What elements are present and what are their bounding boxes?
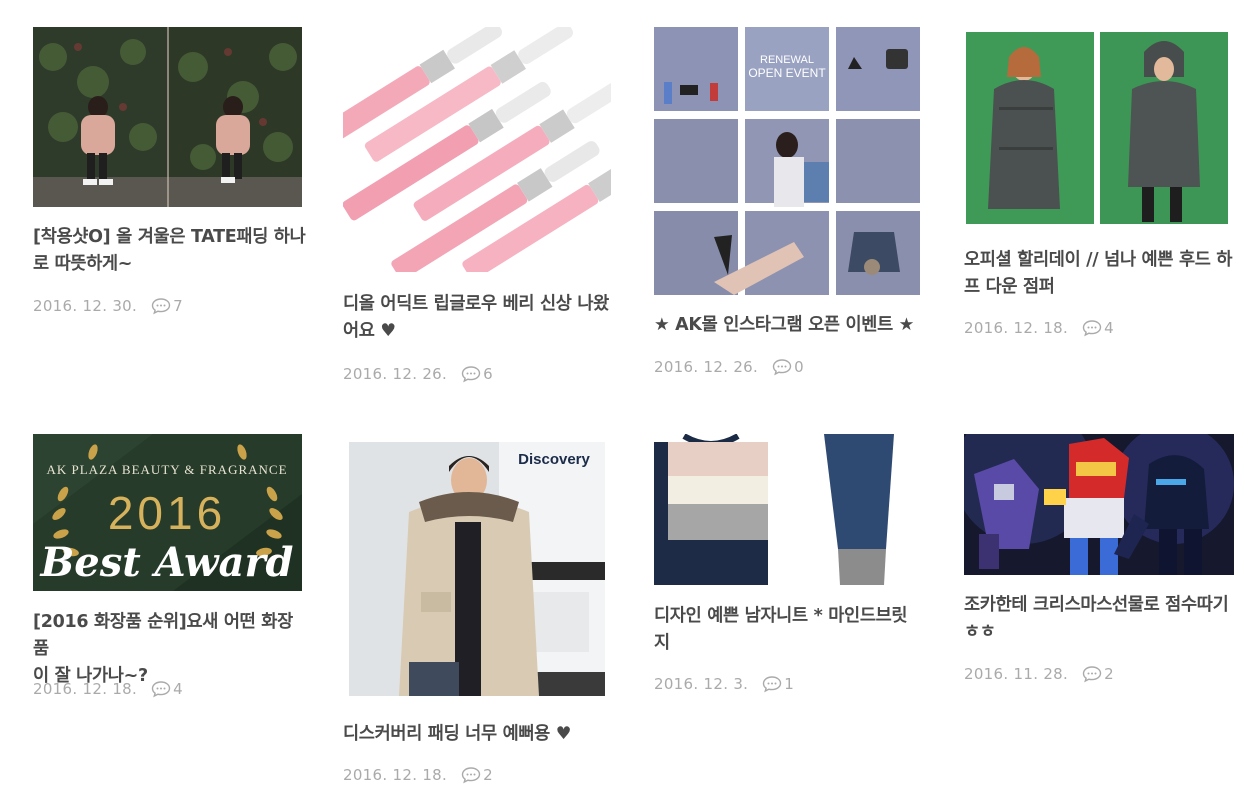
post-date: 2016. 12. 18. <box>964 319 1069 337</box>
banner-award-text: Best Award <box>40 539 294 586</box>
post-title-line: 디자인 예쁜 남자니트 * 마인드브릿 <box>654 606 908 626</box>
post-meta: 2016. 12. 3. 1 <box>654 674 794 694</box>
comment-count-value: 2 <box>1104 665 1114 683</box>
post-date: 2016. 12. 3. <box>654 675 749 693</box>
comment-count-value: 4 <box>1104 319 1114 337</box>
comment-count[interactable]: 0 <box>772 358 804 376</box>
post-title-line: 오피셜 할리데이 // 넘나 예쁜 후드 하 <box>964 250 1233 270</box>
post-title[interactable]: ★ AK몰 인스타그램 오픈 이벤트 ★ <box>654 312 929 339</box>
comment-count[interactable]: 4 <box>1082 319 1114 337</box>
comment-count-value: 0 <box>794 358 804 376</box>
speech-bubble-icon <box>772 359 792 376</box>
speech-bubble-icon <box>1082 666 1102 683</box>
comment-count[interactable]: 4 <box>151 680 183 698</box>
comment-count-value: 6 <box>483 365 493 383</box>
post-thumbnail[interactable]: RENEWAL OPEN EVENT <box>654 27 920 295</box>
post-title-line: 디올 어딕트 립글로우 베리 신상 나왔 <box>343 294 609 314</box>
post-title[interactable]: 조카한테 크리스마스선물로 점수따기 ㅎㅎ <box>964 592 1239 646</box>
post-title-line: [2016 화장품 순위]요새 어떤 화장품 <box>33 612 293 659</box>
post-meta: 2016. 12. 18. 4 <box>964 318 1114 338</box>
comment-count-value: 1 <box>784 675 794 693</box>
comment-count[interactable]: 2 <box>461 766 493 784</box>
post-title[interactable]: [착용샷O] 올 겨울은 TATE패딩 하나 로 따뜻하게~ <box>33 224 308 278</box>
post-title-line: 조카한테 크리스마스선물로 점수따기 <box>964 595 1229 615</box>
post-date: 2016. 11. 28. <box>964 665 1069 683</box>
post-meta: 2016. 12. 26. 6 <box>343 364 493 384</box>
post-title-line: 지 <box>654 633 670 653</box>
post-date: 2016. 12. 26. <box>343 365 448 383</box>
comment-count[interactable]: 2 <box>1082 665 1114 683</box>
post-thumbnail[interactable]: Discovery <box>349 442 605 696</box>
post-thumbnail[interactable] <box>33 27 302 207</box>
post-title[interactable]: 디스커버리 패딩 너무 예뻐용 ♥ <box>343 721 618 748</box>
post-date: 2016. 12. 30. <box>33 297 138 315</box>
banner-year-text: 2016 <box>108 487 226 539</box>
comment-count[interactable]: 6 <box>461 365 493 383</box>
post-title-line: ㅎㅎ <box>964 622 996 642</box>
post-meta: 2016. 12. 18. 4 <box>33 679 183 699</box>
speech-bubble-icon <box>461 366 481 383</box>
speech-bubble-icon <box>151 298 171 315</box>
banner-line2: OPEN EVENT <box>748 66 826 80</box>
post-title-line: 프 다운 점퍼 <box>964 277 1055 297</box>
brand-text: Discovery <box>518 451 590 468</box>
post-thumbnail[interactable]: AK PLAZA BEAUTY & FRAGRANCE 2016 Best Aw… <box>33 434 302 591</box>
post-thumbnail[interactable] <box>964 434 1234 575</box>
comment-count-value: 2 <box>483 766 493 784</box>
comment-count[interactable]: 1 <box>762 675 794 693</box>
post-title-line: 로 따뜻하게~ <box>33 254 133 274</box>
speech-bubble-icon <box>151 681 171 698</box>
comment-count-value: 7 <box>173 297 183 315</box>
post-thumbnail[interactable] <box>964 27 1230 227</box>
speech-bubble-icon <box>1082 320 1102 337</box>
post-title-line: 어요 ♥ <box>343 321 396 341</box>
post-thumbnail[interactable] <box>343 27 611 272</box>
banner-line1: RENEWAL <box>760 54 814 66</box>
post-meta: 2016. 12. 18. 2 <box>343 765 493 785</box>
post-meta: 2016. 12. 26. 0 <box>654 357 804 377</box>
post-date: 2016. 12. 26. <box>654 358 759 376</box>
post-meta: 2016. 12. 30. 7 <box>33 296 183 316</box>
post-title[interactable]: [2016 화장품 순위]요새 어떤 화장품 이 잘 나가나~? <box>33 609 308 690</box>
post-title-line: 디스커버리 패딩 너무 예뻐용 ♥ <box>343 724 572 744</box>
comment-count-value: 4 <box>173 680 183 698</box>
post-title-line: ★ AK몰 인스타그램 오픈 이벤트 ★ <box>654 315 915 335</box>
post-date: 2016. 12. 18. <box>343 766 448 784</box>
post-title[interactable]: 디자인 예쁜 남자니트 * 마인드브릿 지 <box>654 603 929 657</box>
speech-bubble-icon <box>763 676 782 693</box>
banner-top-text: AK PLAZA BEAUTY & FRAGRANCE <box>46 462 287 477</box>
post-title[interactable]: 디올 어딕트 립글로우 베리 신상 나왔 어요 ♥ <box>343 291 618 345</box>
post-date: 2016. 12. 18. <box>33 680 138 698</box>
speech-bubble-icon <box>461 767 481 784</box>
comment-count[interactable]: 7 <box>151 297 183 315</box>
post-title[interactable]: 오피셜 할리데이 // 넘나 예쁜 후드 하 프 다운 점퍼 <box>964 247 1239 301</box>
post-meta: 2016. 11. 28. 2 <box>964 664 1114 684</box>
post-thumbnail[interactable] <box>654 434 924 585</box>
post-title-line: [착용샷O] 올 겨울은 TATE패딩 하나 <box>33 227 306 247</box>
